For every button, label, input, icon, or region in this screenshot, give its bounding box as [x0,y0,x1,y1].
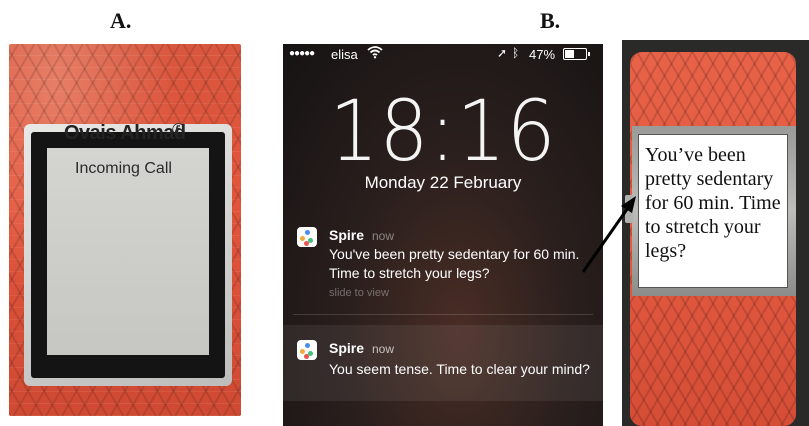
battery-level-fill [565,50,574,58]
notification-message: You've been pretty sedentary for 60 min.… [329,246,580,281]
phone-lock-screen: ●●●●● elisa ➚ ᛒ 47% 18:16 Monday 22 Febr… [283,44,603,426]
status-bar: ●●●●● elisa ➚ ᛒ 47% [283,44,603,64]
lock-screen-date: Monday 22 February [364,173,522,192]
watch-incoming-call-photo [9,44,241,416]
panel-label-b: B. [540,8,561,33]
location-arrow-icon: ➚ [497,46,508,60]
bluetooth-icon: ᛒ [512,46,520,60]
battery-icon [563,48,590,60]
notification-app-name: Spire [329,340,365,356]
notification-card[interactable]: Spire now You seem tense. Time to clear … [283,325,603,401]
call-status: Incoming Call [75,160,172,177]
battery-percent: 47% [529,47,556,62]
slide-to-view-hint: slide to view [329,287,389,299]
watch-notification-text: You’ve been pretty sedentary for 60 min.… [645,144,781,262]
watch-side-button [625,195,633,223]
notification-app-name: Spire [329,227,365,243]
notification-time: now [372,229,395,243]
notification-divider [293,314,593,315]
spire-app-icon [297,340,317,360]
panel-label-a: A. [110,8,132,33]
watch-notification-closeup: You’ve been pretty sedentary for 60 min.… [622,40,809,426]
caller-name: Ovais Ahmad [64,122,186,144]
notification-card[interactable]: Spire now You've been pretty sedentary f… [283,214,603,312]
watch-lcd-screen [47,148,209,355]
carrier-name: elisa [331,47,358,62]
signal-strength-icon: ●●●●● [289,48,315,59]
wifi-icon [367,45,383,62]
battery-terminal [588,52,590,56]
spire-app-icon [297,227,317,247]
lock-screen-clock: 18:16 [329,82,557,180]
notification-message: You seem tense. Time to clear your mind? [329,361,590,377]
notification-time: now [372,342,395,356]
